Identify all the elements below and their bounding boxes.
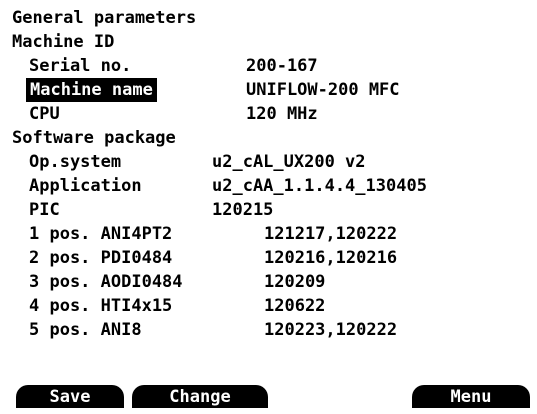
op-system-value: u2_cAL_UX200 v2 bbox=[212, 152, 366, 172]
parameters-screen: General parameters Machine ID Serial no.… bbox=[0, 0, 537, 408]
row-module-1[interactable]: 1 pos. ANI4PT2 121217,120222 bbox=[0, 222, 537, 246]
machine-name-value: UNIFLOW-200 MFC bbox=[246, 80, 400, 100]
row-module-4[interactable]: 4 pos. HTI4x15 120622 bbox=[0, 294, 537, 318]
serial-no-label: Serial no. bbox=[29, 56, 132, 76]
module-4-value: 120622 bbox=[264, 296, 326, 316]
row-op-system[interactable]: Op.system u2_cAL_UX200 v2 bbox=[0, 150, 537, 174]
cpu-label: CPU bbox=[29, 104, 60, 124]
change-softkey[interactable]: Change bbox=[132, 385, 268, 408]
row-serial-no[interactable]: Serial no. 200-167 bbox=[0, 54, 537, 78]
softkey-bar: Save Change Menu bbox=[0, 385, 537, 408]
row-application[interactable]: Application u2_cAA_1.1.4.4_130405 bbox=[0, 174, 537, 198]
module-1-label: 1 pos. ANI4PT2 bbox=[29, 224, 173, 244]
module-2-value: 120216,120216 bbox=[264, 248, 398, 268]
row-module-2[interactable]: 2 pos. PDI0484 120216,120216 bbox=[0, 246, 537, 270]
op-system-label: Op.system bbox=[29, 152, 122, 172]
row-machine-name[interactable]: Machine name UNIFLOW-200 MFC bbox=[0, 78, 537, 102]
application-value: u2_cAA_1.1.4.4_130405 bbox=[212, 176, 427, 196]
application-label: Application bbox=[29, 176, 142, 196]
row-module-5[interactable]: 5 pos. ANI8 120223,120222 bbox=[0, 318, 537, 342]
machine-name-label[interactable]: Machine name bbox=[26, 78, 157, 102]
module-3-label: 3 pos. AODI0484 bbox=[29, 272, 183, 292]
module-5-value: 120223,120222 bbox=[264, 320, 398, 340]
pic-value: 120215 bbox=[212, 200, 274, 220]
section-heading-software-package: Software package bbox=[12, 128, 176, 148]
module-4-label: 4 pos. HTI4x15 bbox=[29, 296, 173, 316]
section-heading-machine-id: Machine ID bbox=[12, 32, 115, 52]
serial-no-value: 200-167 bbox=[246, 56, 318, 76]
row-cpu[interactable]: CPU 120 MHz bbox=[0, 102, 537, 126]
row-pic[interactable]: PIC 120215 bbox=[0, 198, 537, 222]
module-3-value: 120209 bbox=[264, 272, 326, 292]
page-title: General parameters bbox=[12, 8, 197, 28]
menu-softkey[interactable]: Menu bbox=[412, 385, 530, 408]
cpu-value: 120 MHz bbox=[246, 104, 318, 124]
pic-label: PIC bbox=[29, 200, 60, 220]
module-5-label: 5 pos. ANI8 bbox=[29, 320, 142, 340]
module-1-value: 121217,120222 bbox=[264, 224, 398, 244]
save-softkey[interactable]: Save bbox=[16, 385, 124, 408]
row-module-3[interactable]: 3 pos. AODI0484 120209 bbox=[0, 270, 537, 294]
module-2-label: 2 pos. PDI0484 bbox=[29, 248, 173, 268]
